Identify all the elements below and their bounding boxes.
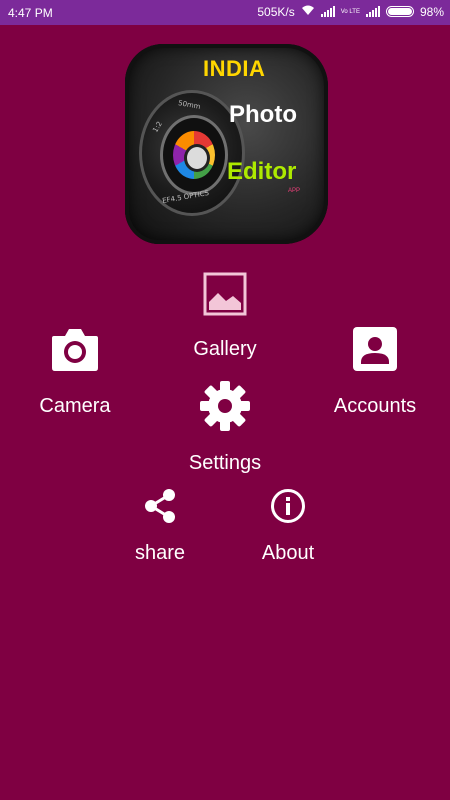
about-button[interactable]: About	[238, 488, 338, 565]
share-label: share	[134, 542, 186, 564]
volte-label: Vo LTE	[340, 8, 360, 15]
gallery-button[interactable]: Gallery	[165, 272, 285, 361]
battery-percent: 98%	[419, 4, 444, 19]
status-time: 4:47 PM	[8, 6, 53, 20]
gallery-label: Gallery	[193, 338, 257, 360]
camera-label: Camera	[39, 395, 111, 417]
signal-icon	[320, 6, 335, 17]
app-logo: 1:2 50mm EF4.5 OPTICS INDIA Photo Editor…	[125, 44, 328, 244]
gear-icon	[199, 380, 251, 432]
image-icon	[203, 272, 247, 316]
settings-label: Settings	[188, 452, 262, 474]
status-icons: 505K/s Vo LTE 98%	[257, 4, 444, 19]
camera-button[interactable]: Camera	[15, 326, 135, 418]
accounts-label: Accounts	[333, 395, 417, 417]
logo-title-photo: Photo	[229, 101, 297, 128]
info-icon	[270, 488, 306, 524]
signal-icon-2	[365, 6, 380, 17]
camera-icon	[50, 326, 100, 372]
share-button[interactable]: share	[110, 488, 210, 565]
wifi-icon	[301, 4, 315, 19]
settings-button[interactable]: Settings	[165, 380, 285, 475]
logo-title-india: INDIA	[203, 56, 266, 81]
battery-icon	[385, 6, 414, 17]
account-box-icon	[352, 326, 398, 372]
logo-title-editor: Editor	[227, 158, 297, 185]
share-icon	[143, 488, 177, 524]
about-label: About	[261, 542, 315, 564]
lens-text-1: 1:2	[151, 120, 164, 134]
accounts-button[interactable]: Accounts	[315, 326, 435, 418]
logo-app-tag: APP	[288, 188, 301, 194]
status-bar: 4:47 PM 505K/s Vo LTE 98%	[0, 0, 450, 25]
lens-text-2: 50mm	[177, 99, 202, 111]
network-speed: 505K/s	[257, 4, 295, 19]
